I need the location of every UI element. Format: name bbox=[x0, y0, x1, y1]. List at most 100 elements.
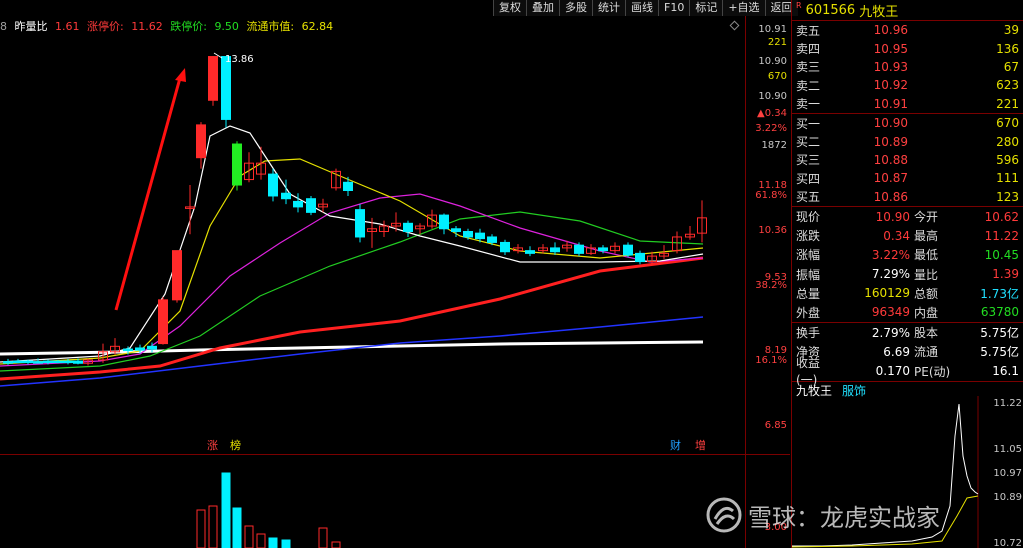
level-price: 10.92 bbox=[873, 78, 908, 93]
price-axis: 10.91 221 10.90 670 10.90 ▲0.34 3.22% 1872 11.18… bbox=[745, 16, 790, 548]
candle-body bbox=[355, 209, 365, 238]
level-price: 10.90 bbox=[873, 116, 908, 131]
quote-header: R 601566 九牧王 bbox=[792, 0, 1023, 20]
float-mv-label: 流通市值: bbox=[246, 20, 295, 33]
ask-row[interactable]: 卖五 10.96 39 bbox=[792, 21, 1023, 39]
stock-info-line: 8 昨量比 1.61 涨停价: 11.62 跌停价: 9.50 流通市值: 62… bbox=[0, 18, 337, 34]
candlestick bbox=[403, 220, 413, 237]
event-badge[interactable]: 增 bbox=[695, 438, 706, 452]
mini-axis-label: 10.72 bbox=[993, 538, 1022, 548]
quote-panel: R 601566 九牧王 卖五 10.96 39 卖四 10.95 136 卖三 10.93 6… bbox=[791, 0, 1023, 548]
stat-value: 6.69 bbox=[883, 344, 910, 359]
bid-row[interactable]: 买五 10.86 123 bbox=[792, 188, 1023, 206]
level-label: 买四 bbox=[796, 171, 821, 186]
stock-name[interactable]: 九牧王 bbox=[859, 1, 898, 20]
candlestick bbox=[232, 141, 242, 191]
toolbar-button[interactable]: 叠加 bbox=[526, 0, 559, 16]
stat-value: 2.79% bbox=[871, 325, 910, 340]
limit-up-value: 11.62 bbox=[131, 20, 163, 33]
candlestick bbox=[158, 297, 168, 345]
volume-chart[interactable] bbox=[0, 455, 745, 548]
toolbar-button[interactable]: 标记 bbox=[689, 0, 723, 16]
ask-row[interactable]: 卖一 10.91 221 bbox=[792, 95, 1023, 113]
stat-label: PE(动) bbox=[914, 364, 951, 379]
level-volume: 136 bbox=[996, 41, 1019, 56]
stat-value: 5.75亿 bbox=[980, 326, 1019, 341]
stock-code[interactable]: 601566 bbox=[806, 3, 856, 18]
diamond-icon[interactable] bbox=[729, 20, 740, 31]
ask-row[interactable]: 卖四 10.95 136 bbox=[792, 39, 1023, 57]
event-badge[interactable]: 涨 bbox=[207, 439, 218, 452]
candle-body bbox=[13, 360, 23, 364]
level-label: 卖五 bbox=[796, 23, 821, 38]
stat-value: 0.170 bbox=[875, 364, 910, 378]
stat-value: 96349 bbox=[871, 305, 910, 320]
candle-body bbox=[343, 181, 353, 191]
level-label: 卖二 bbox=[796, 78, 821, 93]
level-price: 10.87 bbox=[873, 171, 908, 186]
price-axis-label: 3.22% bbox=[755, 123, 787, 134]
bid-row[interactable]: 买二 10.89 280 bbox=[792, 132, 1023, 150]
ask-row[interactable]: 卖三 10.93 67 bbox=[792, 58, 1023, 76]
volume-bar bbox=[196, 509, 206, 548]
candlestick bbox=[697, 200, 707, 243]
event-badge[interactable]: 榜 bbox=[230, 438, 241, 452]
candlestick bbox=[391, 212, 401, 232]
toolbar-button[interactable]: 复权 bbox=[493, 0, 526, 16]
candlestick bbox=[379, 220, 389, 237]
stat-label: 最高 bbox=[914, 229, 939, 244]
candlestick bbox=[610, 242, 620, 254]
bid-row[interactable]: 买三 10.88 596 bbox=[792, 151, 1023, 169]
toolbar-button[interactable]: F10 bbox=[658, 0, 690, 16]
stat-value: 16.1 bbox=[992, 364, 1019, 378]
stat-label: 换手 bbox=[796, 326, 821, 341]
stat-value: 160129 bbox=[864, 286, 910, 301]
candle-body bbox=[43, 360, 53, 364]
toolbar-button[interactable]: 统计 bbox=[592, 0, 625, 16]
candlestick bbox=[463, 228, 473, 240]
volume-bar bbox=[268, 537, 278, 548]
level-volume: 39 bbox=[1003, 23, 1019, 38]
candle-body bbox=[135, 347, 145, 351]
finance-stats: 换手 2.79% 股本 5.75亿 净资 6.69 流通 5.75亿 收益(一) 0.170 PE(… bbox=[792, 323, 1023, 387]
stat-value: 11.22 bbox=[984, 228, 1019, 243]
level-label: 卖四 bbox=[796, 42, 821, 57]
r-mark: R bbox=[796, 0, 802, 10]
event-badge[interactable]: 财 bbox=[670, 438, 681, 452]
stat-label: 今开 bbox=[914, 210, 939, 224]
level-price: 10.89 bbox=[873, 134, 908, 149]
candlestick bbox=[427, 209, 437, 229]
candle-body bbox=[475, 232, 485, 240]
stat-label: 现价 bbox=[796, 210, 821, 224]
stat-row: 收益(一) 0.170 PE(动) 16.1 bbox=[792, 356, 1023, 387]
limit-down-label: 跌停价: bbox=[170, 20, 207, 33]
kline-chart[interactable]: 13.86 涨榜 财增 bbox=[0, 36, 745, 454]
quote-stats: 现价 10.90 今开 10.62 涨跌 0.34 最高 11.22 涨幅 3.22% 最低 10.4… bbox=[792, 207, 1023, 322]
toolbar-button[interactable]: 多股 bbox=[559, 0, 592, 16]
candle-body bbox=[196, 124, 206, 159]
candle-body bbox=[635, 252, 645, 263]
stat-row: 振幅 7.29% 量比 1.39 bbox=[792, 264, 1023, 283]
price-axis-label: 221 bbox=[767, 37, 787, 48]
candlestick bbox=[525, 246, 535, 257]
mini-axis-label: 10.89 bbox=[993, 492, 1022, 503]
bid-row[interactable]: 买四 10.87 111 bbox=[792, 169, 1023, 187]
mini-axis-label: 11.05 bbox=[993, 444, 1022, 455]
candlestick bbox=[244, 152, 254, 183]
level-volume: 596 bbox=[996, 152, 1019, 167]
toolbar-button[interactable]: +自选 bbox=[722, 0, 765, 16]
toolbar-button[interactable]: 画线 bbox=[625, 0, 658, 16]
volume-ratio-value: 1.61 bbox=[55, 20, 80, 33]
stat-row: 涨幅 3.22% 最低 10.45 bbox=[792, 245, 1023, 264]
stat-label: 内盘 bbox=[914, 305, 939, 320]
stat-value: 10.45 bbox=[984, 247, 1019, 262]
bid-row[interactable]: 买一 10.90 670 bbox=[792, 114, 1023, 132]
ask-row[interactable]: 卖二 10.92 623 bbox=[792, 76, 1023, 94]
stat-row: 外盘 96349 内盘 63780 bbox=[792, 303, 1023, 322]
candlestick bbox=[439, 213, 449, 235]
stat-label: 股本 bbox=[914, 326, 939, 341]
info-edge-text: 8 bbox=[0, 20, 7, 33]
stat-value: 63780 bbox=[980, 305, 1019, 320]
float-mv-value: 62.84 bbox=[301, 20, 334, 33]
price-axis-label: 10.90 bbox=[758, 91, 787, 102]
